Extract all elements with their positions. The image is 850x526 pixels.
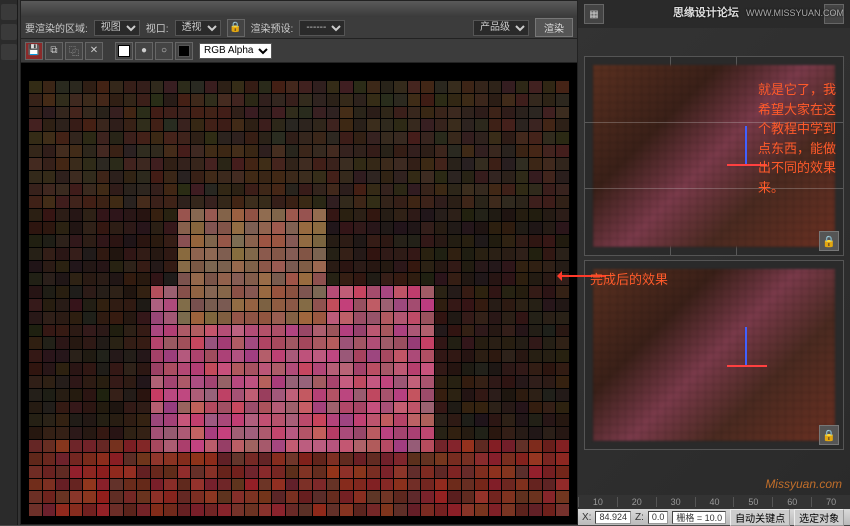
toggle-color-icon[interactable] (115, 42, 133, 60)
auto-key-button[interactable]: 自动关键点 (730, 509, 790, 526)
timeline-tick[interactable]: 70 (811, 497, 850, 507)
viewport-lock-icon[interactable]: 🔒 (819, 425, 839, 445)
site-watermark: 思缘设计论坛 WWW.MISSYUAN.COM (673, 4, 844, 20)
annotation-main: 就是它了，我希望大家在这个教程中学到点东西，能做出不同的效果来。 (758, 80, 844, 197)
render-frame-window: 要渲染的区域: 视图 视口: 透视 🔒 渲染预设: ------ 产品级 渲染 … (20, 0, 578, 525)
status-bar: X: 84.924 Z: 0.0 栅格 = 10.0 自动关键点 选定对象 (578, 509, 850, 525)
rgb-channel-icon[interactable]: ● (135, 42, 153, 60)
timeline-tick[interactable]: 60 (772, 497, 811, 507)
region-select[interactable]: 视图 (94, 20, 140, 36)
region-label: 要渲染的区域: (25, 20, 88, 35)
lock-viewport-icon[interactable]: 🔒 (227, 19, 245, 37)
coord-z-field[interactable]: 0.0 (648, 511, 669, 524)
selected-object-button[interactable]: 选定对象 (794, 509, 844, 526)
mono-channel-icon[interactable] (175, 42, 193, 60)
mosaic-render-image (29, 81, 569, 516)
black-swatch-icon (178, 45, 190, 57)
main-viewport-area: ▦ ⋯ 🔒 🔒 (578, 0, 850, 525)
channel-select[interactable]: RGB Alpha (199, 43, 272, 59)
render-output-canvas[interactable] (21, 63, 577, 524)
preset-label: 渲染预设: (251, 20, 294, 35)
timeline-tick[interactable]: 10 (578, 497, 617, 507)
axis-gizmo-icon[interactable] (745, 126, 747, 166)
viewport-label: 视口: (146, 20, 169, 35)
corner-watermark: Missyuan.com (765, 477, 842, 491)
coord-x-label: X: (582, 512, 591, 523)
preset-select[interactable]: ------ (299, 20, 345, 36)
viewport-select[interactable]: 透视 (175, 20, 221, 36)
tool-button[interactable] (1, 24, 17, 40)
close-icon[interactable]: ✕ (85, 42, 103, 60)
output-mode-select[interactable]: 产品级 (473, 20, 529, 36)
watermark-url: WWW.MISSYUAN.COM (746, 8, 844, 18)
axis-gizmo-icon[interactable] (745, 327, 747, 367)
viewport-config-icon[interactable]: ▦ (584, 4, 604, 24)
tool-button[interactable] (1, 44, 17, 60)
copy-image-icon[interactable]: ⧉ (45, 42, 63, 60)
left-toolbar (0, 0, 18, 525)
render-toolbar-row2: 💾 ⧉ ⿻ ✕ ● ○ RGB Alpha (21, 39, 577, 63)
annotation-result: 完成后的效果 (590, 270, 668, 290)
render-button[interactable]: 渲染 (535, 18, 573, 37)
white-swatch-icon (118, 45, 130, 57)
save-image-icon[interactable]: 💾 (25, 42, 43, 60)
timeline-tick[interactable]: 40 (695, 497, 734, 507)
tool-button[interactable] (1, 4, 17, 20)
timeline[interactable]: 10 20 30 40 50 60 70 (578, 495, 850, 509)
timeline-tick[interactable]: 20 (617, 497, 656, 507)
timeline-tick[interactable]: 30 (656, 497, 695, 507)
coord-z-label: Z: (635, 512, 644, 523)
watermark-text: 思缘设计论坛 (673, 7, 739, 19)
render-toolbar-row1: 要渲染的区域: 视图 视口: 透视 🔒 渲染预设: ------ 产品级 渲染 (21, 17, 577, 39)
render-titlebar[interactable] (21, 1, 577, 17)
viewport-content (593, 269, 835, 441)
alpha-channel-icon[interactable]: ○ (155, 42, 173, 60)
coord-x-field[interactable]: 84.924 (595, 511, 631, 524)
clone-image-icon[interactable]: ⿻ (65, 42, 83, 60)
viewport-lock-icon[interactable]: 🔒 (819, 231, 839, 251)
grid-field: 栅格 = 10.0 (672, 511, 726, 524)
timeline-tick[interactable]: 50 (733, 497, 772, 507)
